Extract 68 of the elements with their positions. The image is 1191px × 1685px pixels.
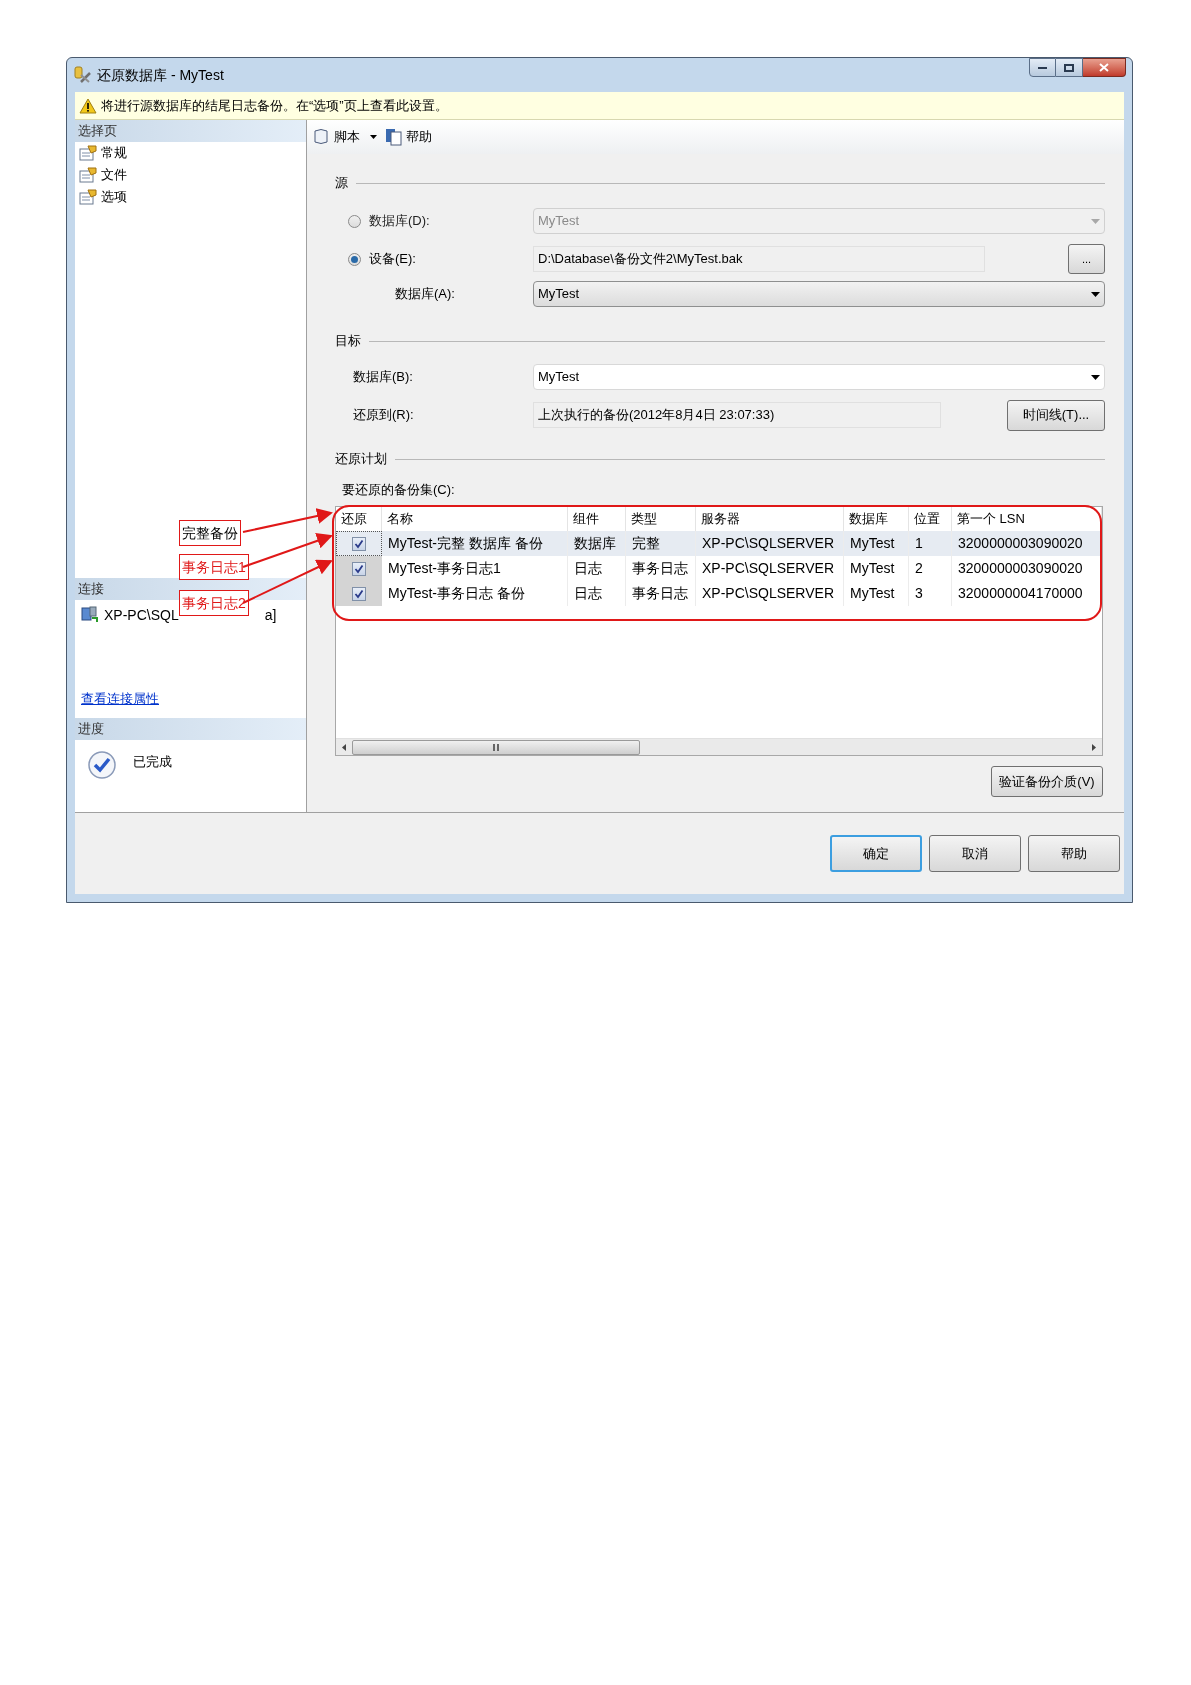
grip-icon (493, 743, 499, 751)
table-cell: 日志 (568, 581, 626, 606)
page-list-item[interactable]: 选项 (75, 186, 306, 208)
table-cell: 3 (909, 581, 952, 606)
page-icon (79, 145, 97, 161)
verify-backup-button[interactable]: 验证备份介质(V) (991, 766, 1103, 797)
checkbox[interactable] (352, 536, 366, 551)
table-cell: MyTest-事务日志 备份 (382, 581, 568, 606)
page-list-item[interactable]: 常规 (75, 142, 306, 164)
dialog-button[interactable]: 取消 (929, 835, 1021, 872)
callout-label: 事务日志2 (179, 590, 249, 616)
checkbox[interactable] (352, 586, 366, 601)
scroll-right-icon (1092, 743, 1096, 751)
script-dropdown-button[interactable]: 脚本 (310, 125, 379, 149)
field-label: 还原到(R): (353, 407, 414, 423)
checkbox[interactable] (352, 561, 366, 576)
close-button[interactable] (1083, 58, 1126, 77)
horizontal-scrollbar[interactable] (336, 738, 1102, 755)
section-header: 选择页 (75, 120, 306, 142)
table-row[interactable]: MyTest-完整 数据库 备份 数据库 完整 XP-PC\SQLSERVER MyTest 1 3200000003090020 (336, 531, 1102, 556)
field-label: 数据库(B): (353, 369, 413, 385)
timeline-button[interactable]: 时间线(T)... (1007, 399, 1105, 431)
option-label: 数据库(D): (369, 212, 430, 231)
progress-status: 已完成 (133, 753, 172, 771)
section-header: 进度 (75, 718, 306, 740)
dropdown-arrow-icon (1091, 291, 1100, 297)
server-icon (80, 606, 100, 624)
section-title: 目标 (335, 332, 361, 351)
device-path-field[interactable]: D:\Database\备份文件2\MyTest.bak (533, 246, 985, 272)
radio-button[interactable] (348, 252, 361, 266)
dropdown-arrow-icon (370, 135, 377, 139)
server-name-tail: a] (264, 605, 277, 625)
dropdown-arrow-icon (1091, 374, 1100, 380)
dialog-button[interactable]: 确定 (830, 835, 922, 872)
grid-label: 要还原的备份集(C): (342, 482, 455, 497)
table-cell: XP-PC\SQLSERVER (696, 581, 844, 606)
table-cell: MyTest (844, 581, 909, 606)
callout-label: 事务日志1 (179, 554, 249, 580)
database-dropdown[interactable]: MyTest (533, 364, 1105, 390)
check-circle-icon (87, 750, 117, 780)
dialog-button[interactable]: 帮助 (1028, 835, 1120, 872)
warning-message: 将进行源数据库的结尾日志备份。在“选项”页上查看此设置。 (101, 96, 448, 115)
help-button[interactable]: 帮助 (383, 125, 434, 149)
section-title: 源 (335, 174, 348, 193)
minimize-button[interactable] (1029, 58, 1056, 77)
restore-to-field[interactable]: 上次执行的备份(2012年8月4日 23:07:33) (533, 402, 941, 428)
callout-label: 完整备份 (179, 520, 241, 546)
document-icon (385, 128, 402, 146)
browse-button[interactable]: ... (1068, 244, 1105, 274)
scroll-left-icon (342, 743, 346, 751)
section-title: 还原计划 (335, 450, 387, 469)
database-dropdown[interactable]: MyTest (533, 281, 1105, 307)
page-icon (79, 167, 97, 183)
scroll-icon (312, 128, 330, 146)
database-wrench-icon (73, 66, 93, 84)
connection-properties-link[interactable]: 查看连接属性 (81, 689, 159, 709)
field-label: 数据库(A): (395, 286, 455, 302)
warning-icon (79, 97, 97, 114)
close-icon (1099, 63, 1109, 72)
dropdown-arrow-icon (1091, 218, 1100, 224)
server-name: XP-PC\SQL (104, 605, 179, 625)
page-list-item[interactable]: 文件 (75, 164, 306, 186)
page-icon (79, 189, 97, 205)
window-title: 还原数据库 - MyTest (97, 65, 225, 85)
table-cell: 事务日志 (626, 581, 696, 606)
maximize-button[interactable] (1056, 58, 1083, 77)
table-cell: 3200000004170000 (952, 581, 1102, 606)
option-label: 设备(E): (369, 250, 416, 269)
